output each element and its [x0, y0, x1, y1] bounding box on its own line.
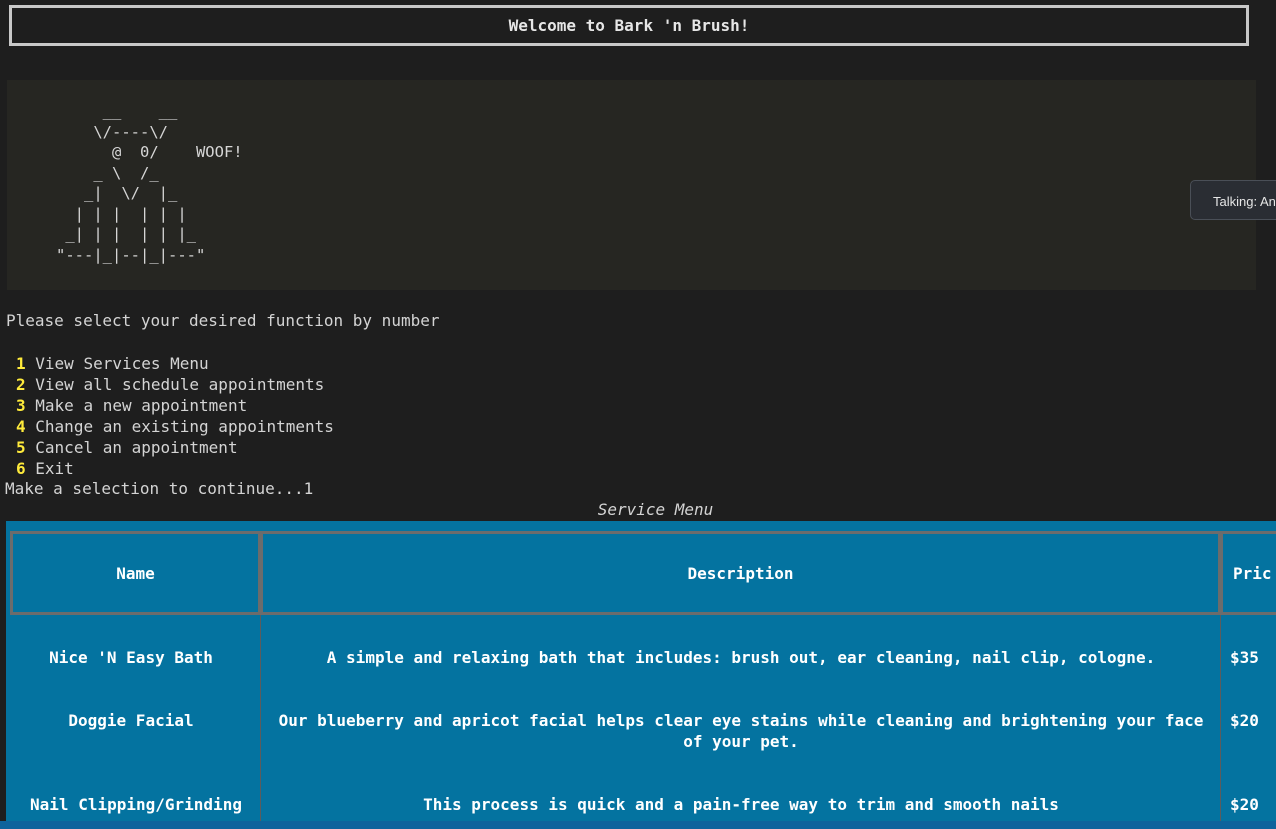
header-price: Pric: [1220, 531, 1276, 615]
header-price-label: Pric: [1233, 563, 1272, 583]
menu-item-label: Exit: [35, 459, 74, 478]
service-menu-title: Service Menu: [597, 500, 714, 519]
row-3-description: This process is quick and a pain-free wa…: [423, 795, 1059, 814]
header-description-label: Description: [687, 563, 794, 583]
function-menu: 1 View Services Menu 2 View all schedule…: [16, 353, 334, 479]
status-bar: [0, 821, 1276, 829]
column-divider: [1220, 615, 1221, 821]
menu-number: 6: [16, 459, 26, 478]
menu-item-label: Cancel an appointment: [35, 438, 238, 457]
menu-number: 3: [16, 396, 26, 415]
menu-item-label: View Services Menu: [35, 354, 209, 373]
row-1-price: $35: [1230, 648, 1259, 667]
menu-number: 1: [16, 354, 26, 373]
row-3-name: Nail Clipping/Grinding: [30, 795, 242, 814]
row-1-description: A simple and relaxing bath that includes…: [326, 648, 1156, 667]
menu-item-label: Make a new appointment: [35, 396, 248, 415]
menu-item-new-appointment[interactable]: 3 Make a new appointment: [16, 395, 334, 416]
ascii-art-block: __ __ \/----\/ @ 0/ WOOF! _ \ /_ _| \/ |…: [7, 80, 1256, 290]
menu-item-cancel-appointment[interactable]: 5 Cancel an appointment: [16, 437, 334, 458]
selection-prompt: Please select your desired function by n…: [6, 311, 440, 330]
menu-number: 4: [16, 417, 26, 436]
header-name-label: Name: [116, 563, 155, 583]
menu-item-view-services[interactable]: 1 View Services Menu: [16, 353, 334, 374]
tooltip-text: Talking: An: [1213, 194, 1276, 209]
row-1-name: Nice 'N Easy Bath: [49, 648, 213, 667]
header-name: Name: [10, 531, 261, 615]
column-divider: [260, 615, 261, 821]
menu-number: 2: [16, 375, 26, 394]
row-2-price: $20: [1230, 711, 1259, 730]
menu-item-view-appointments[interactable]: 2 View all schedule appointments: [16, 374, 334, 395]
row-2-description: Our blueberry and apricot facial helps c…: [278, 711, 1204, 751]
welcome-banner: Welcome to Bark 'n Brush!: [9, 5, 1249, 46]
banner-title: Welcome to Bark 'n Brush!: [508, 16, 750, 35]
selection-input-line[interactable]: Make a selection to continue...1: [5, 479, 313, 498]
menu-item-label: Change an existing appointments: [35, 417, 334, 436]
menu-number: 5: [16, 438, 26, 457]
header-description: Description: [260, 531, 1221, 615]
service-menu-table: Name Description Pric Nice 'N Easy Bath …: [6, 521, 1276, 821]
menu-item-exit[interactable]: 6 Exit: [16, 458, 334, 479]
menu-item-label: View all schedule appointments: [35, 375, 325, 394]
menu-item-change-appointment[interactable]: 4 Change an existing appointments: [16, 416, 334, 437]
dog-ascii-art: __ __ \/----\/ @ 0/ WOOF! _ \ /_ _| \/ |…: [56, 102, 243, 264]
talking-tooltip: Talking: An: [1190, 180, 1276, 220]
row-3-price: $20: [1230, 795, 1259, 814]
row-2-name: Doggie Facial: [68, 711, 194, 730]
